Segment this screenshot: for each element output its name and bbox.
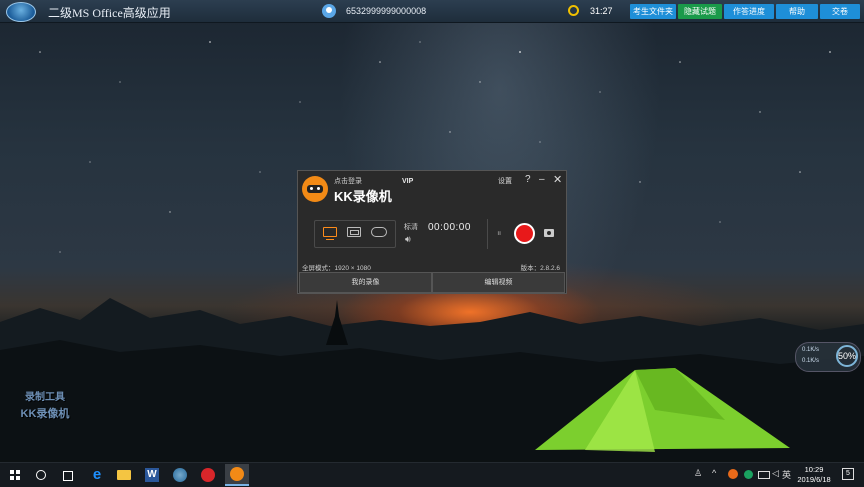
resolution-label: 全屏模式：1920 × 1080 xyxy=(302,265,371,272)
exam-app-icon[interactable] xyxy=(171,466,189,484)
app-name: KK录像机 xyxy=(334,189,392,204)
cortana-icon[interactable] xyxy=(32,466,50,484)
watermark-line2: KK录像机 xyxy=(20,408,70,420)
word-icon[interactable] xyxy=(143,466,161,484)
battery-icon[interactable] xyxy=(758,471,770,479)
emoji-icon[interactable] xyxy=(728,469,738,479)
taskbar-clock[interactable]: 10:29 2019/6/18 xyxy=(792,465,836,485)
exam-logo xyxy=(6,2,36,22)
volume-icon[interactable]: ◁ xyxy=(772,468,779,479)
help-button[interactable]: 帮助 xyxy=(776,4,818,19)
hide-questions-button[interactable]: 隐藏试题 xyxy=(678,4,722,19)
kk-logo-icon[interactable] xyxy=(302,176,328,202)
record-timer: 00:00:00 xyxy=(428,222,471,233)
exam-title: 二级MS Office高级应用 xyxy=(48,6,171,20)
edge-browser-icon[interactable]: e xyxy=(88,466,106,484)
windows-start-icon[interactable] xyxy=(6,466,24,484)
candidate-id: 6532999999000008 xyxy=(346,6,427,16)
record-button[interactable] xyxy=(514,223,535,244)
ime-indicator[interactable]: 英 xyxy=(782,468,791,481)
close-icon[interactable]: ✕ xyxy=(553,173,562,186)
edit-video-tab[interactable]: 编辑视频 xyxy=(432,272,565,293)
recording-mode-group xyxy=(314,220,396,248)
my-videos-tab[interactable]: 我的录像 xyxy=(299,272,432,293)
watermark-line1: 录制工具 xyxy=(25,392,65,403)
settings-button[interactable]: 设置 xyxy=(498,176,512,186)
tent-illustration xyxy=(535,368,790,452)
network-speed-widget[interactable]: 0.1K/s 0.1K/s 50% xyxy=(795,342,861,372)
clock-icon xyxy=(568,5,579,16)
minimize-icon[interactable]: – xyxy=(539,174,545,185)
monitor-icon[interactable] xyxy=(323,227,337,240)
taskbar: e ♙ ^ ◁ 英 10:29 2019/6/18 5 xyxy=(0,462,864,487)
time-remaining: 31:27 xyxy=(590,6,613,16)
desktop-watermark: 录制工具 KK录像机 xyxy=(16,388,74,421)
clock-time: 10:29 xyxy=(804,465,824,474)
netease-music-icon[interactable] xyxy=(199,466,217,484)
usage-percent: 50% xyxy=(836,345,858,367)
exam-top-bar: 二级MS Office高级应用 6532999999000008 31:27 考… xyxy=(0,0,864,23)
region-icon[interactable] xyxy=(347,227,361,237)
gamepad-icon[interactable] xyxy=(371,227,387,237)
version-label: 版本：2.8.2.6 xyxy=(520,265,560,272)
kk-recorder-window: 点击登录 VIP KK录像机 设置 ? – ✕ 标清 🔊︎ 00:00:00 ⏸… xyxy=(297,170,567,294)
upload-speed: 0.1K/s xyxy=(802,347,820,353)
file-explorer-icon[interactable] xyxy=(115,466,133,484)
divider xyxy=(487,219,488,249)
kk-recorder-taskbar-icon[interactable] xyxy=(225,464,249,486)
people-icon[interactable]: ♙ xyxy=(694,468,702,479)
speaker-icon[interactable]: 🔊︎ xyxy=(405,234,411,245)
notification-icon[interactable]: 5 xyxy=(842,468,854,480)
help-icon[interactable]: ? xyxy=(525,174,531,185)
user-icon xyxy=(322,4,336,18)
download-speed: 0.1K/s xyxy=(802,358,820,364)
clock-date: 2019/6/18 xyxy=(797,475,831,484)
chevron-up-icon[interactable]: ^ xyxy=(712,468,716,478)
camera-icon[interactable] xyxy=(544,229,554,237)
quality-selector[interactable]: 标清 xyxy=(404,222,418,232)
candidate-folder-button[interactable]: 考生文件夹 xyxy=(630,4,676,19)
login-link[interactable]: 点击登录 xyxy=(334,176,362,186)
vip-badge[interactable]: VIP xyxy=(402,178,413,185)
progress-button[interactable]: 作答进度 xyxy=(724,4,774,19)
app-tray-icon[interactable] xyxy=(744,470,753,479)
submit-button[interactable]: 交卷 xyxy=(820,4,860,19)
pause-icon[interactable]: ⏸ xyxy=(497,228,502,239)
task-view-icon[interactable] xyxy=(58,466,76,484)
